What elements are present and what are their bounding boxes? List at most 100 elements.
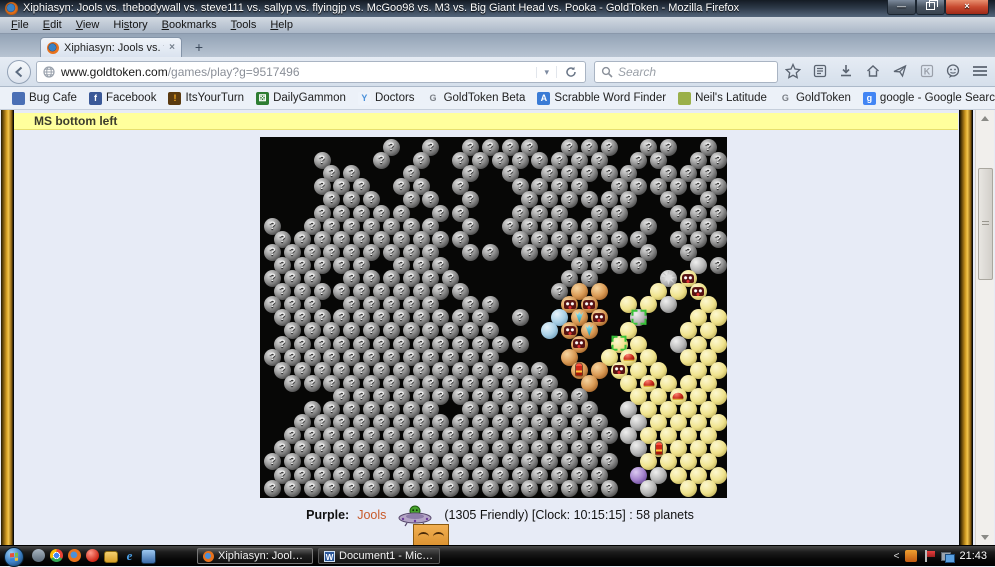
url-bar[interactable]: www.goldtoken.com/games/play?g=9517496 ▾ [36, 61, 586, 83]
toolbar-icons: K [782, 59, 991, 83]
search-icon [601, 66, 613, 78]
share-icon[interactable] [889, 60, 911, 82]
bookmark-item[interactable]: !ItsYourTurn [162, 92, 250, 105]
alien-icon [692, 287, 704, 296]
silver-planet[interactable] [640, 480, 657, 497]
k-extension-icon[interactable]: K [916, 60, 938, 82]
unknown-planet[interactable]: ? [304, 375, 321, 392]
unknown-planet[interactable]: ? [541, 244, 558, 261]
menu-bookmarks[interactable]: Bookmarks [155, 19, 224, 31]
media-player-icon[interactable] [86, 549, 99, 562]
yellow-planet[interactable] [700, 480, 717, 497]
search-input[interactable]: Search [594, 61, 778, 83]
unknown-planet[interactable]: ? [323, 480, 340, 497]
bookmark-item[interactable]: ⚄DailyGammon [250, 92, 352, 105]
home-icon[interactable] [862, 60, 884, 82]
unknown-planet[interactable]: ? [541, 480, 558, 497]
menu-icon[interactable] [969, 60, 991, 82]
unknown-planet[interactable]: ? [383, 480, 400, 497]
tab-active[interactable]: Xiphiasyn: Jools vs. thebod... × [40, 37, 182, 57]
bookmark-label: Bug Cafe [29, 92, 77, 104]
internet-explorer-icon[interactable]: e [123, 549, 136, 562]
bookmark-item[interactable]: Neil's Latitude [672, 92, 773, 105]
reload-icon[interactable] [556, 66, 585, 78]
photo-viewer-icon[interactable] [32, 549, 45, 562]
chrome-icon[interactable] [50, 549, 63, 562]
unknown-planet[interactable]: ? [373, 152, 390, 169]
fountain-icon [584, 325, 595, 336]
vertical-scrollbar[interactable] [975, 110, 994, 546]
restore-button[interactable] [916, 0, 945, 15]
close-button[interactable]: × [945, 0, 989, 15]
unknown-planet[interactable]: ? [581, 480, 598, 497]
bookmark-star-icon[interactable] [782, 60, 804, 82]
tab-close-icon[interactable]: × [169, 42, 175, 53]
unknown-planet[interactable]: ? [482, 480, 499, 497]
unknown-planet[interactable]: ? [403, 480, 420, 497]
unknown-planet[interactable]: ? [601, 480, 618, 497]
game-board[interactable]: ????????????????????????????????????????… [260, 137, 727, 498]
menu-help[interactable]: Help [263, 19, 300, 31]
unknown-planet[interactable]: ? [710, 257, 727, 274]
scrollbar-thumb[interactable] [978, 168, 993, 280]
taskbar-button-word[interactable]: W Document1 - Microso... [318, 548, 440, 564]
bookmark-item[interactable]: ggoogle - Google Search [857, 92, 995, 105]
unknown-planet[interactable]: ? [462, 480, 479, 497]
tab-strip: Xiphiasyn: Jools vs. thebod... × + [0, 34, 995, 57]
bookmark-label: Scrabble Word Finder [554, 92, 666, 104]
blue-planet[interactable] [541, 322, 558, 339]
unknown-planet[interactable]: ? [561, 480, 578, 497]
network-display-icon[interactable] [941, 550, 953, 562]
firefox-icon[interactable] [68, 549, 81, 562]
taskbar-button-firefox[interactable]: Xiphiasyn: Jools vs. th... [197, 548, 313, 564]
unknown-planet[interactable]: ? [502, 480, 519, 497]
downloads-icon[interactable] [835, 60, 857, 82]
unknown-planet[interactable]: ? [611, 257, 628, 274]
menu-view[interactable]: View [69, 19, 107, 31]
minimize-button[interactable]: — [887, 0, 916, 15]
unknown-planet[interactable]: ? [264, 480, 281, 497]
unknown-planet[interactable]: ? [343, 480, 360, 497]
feedback-smiley-icon[interactable] [942, 60, 964, 82]
unknown-planet[interactable]: ? [462, 244, 479, 261]
start-button[interactable] [4, 547, 24, 567]
unknown-planet[interactable]: ? [363, 480, 380, 497]
yellow-planet[interactable] [680, 480, 697, 497]
desktop-icon[interactable] [141, 549, 156, 564]
unknown-planet[interactable]: ? [422, 480, 439, 497]
unknown-planet[interactable]: ? [442, 480, 459, 497]
action-center-flag-icon[interactable] [923, 550, 935, 562]
show-bookmarks-icon[interactable] [809, 60, 831, 82]
scroll-down-icon[interactable] [976, 530, 994, 545]
scroll-up-icon[interactable] [976, 111, 994, 126]
bookmark-item[interactable]: Bug Cafe [6, 92, 83, 105]
unknown-planet[interactable]: ? [521, 480, 538, 497]
url-dropdown-icon[interactable]: ▾ [536, 67, 556, 78]
unknown-planet[interactable]: ? [512, 336, 529, 353]
unknown-planet[interactable]: ? [284, 375, 301, 392]
tray-collapse-icon[interactable]: < [894, 551, 900, 562]
unknown-planet[interactable]: ? [630, 257, 647, 274]
back-button[interactable] [7, 60, 31, 84]
unknown-planet[interactable]: ? [512, 309, 529, 326]
bookmark-item[interactable]: YDoctors [352, 92, 421, 105]
unknown-planet[interactable]: ? [482, 244, 499, 261]
bookmark-item[interactable]: fFacebook [83, 92, 163, 105]
unknown-planet[interactable]: ? [284, 480, 301, 497]
silver-planet[interactable] [660, 296, 677, 313]
bookmark-item[interactable]: GGoldToken [773, 92, 857, 105]
menu-file[interactable]: File [4, 19, 36, 31]
bookmark-item[interactable]: AScrabble Word Finder [531, 92, 672, 105]
new-tab-button[interactable]: + [188, 39, 210, 56]
player-link[interactable]: Jools [357, 508, 386, 522]
unknown-planet[interactable]: ? [304, 480, 321, 497]
menu-tools[interactable]: Tools [224, 19, 264, 31]
task-button-label: Xiphiasyn: Jools vs. th... [218, 550, 307, 562]
menu-edit[interactable]: Edit [36, 19, 69, 31]
menu-history[interactable]: History [106, 19, 154, 31]
tray-app-icon[interactable] [905, 550, 917, 562]
unknown-planet[interactable]: ? [521, 244, 538, 261]
pictures-icon[interactable] [104, 551, 118, 563]
unknown-planet[interactable]: ? [710, 231, 727, 248]
bookmark-item[interactable]: GGoldToken Beta [421, 92, 532, 105]
